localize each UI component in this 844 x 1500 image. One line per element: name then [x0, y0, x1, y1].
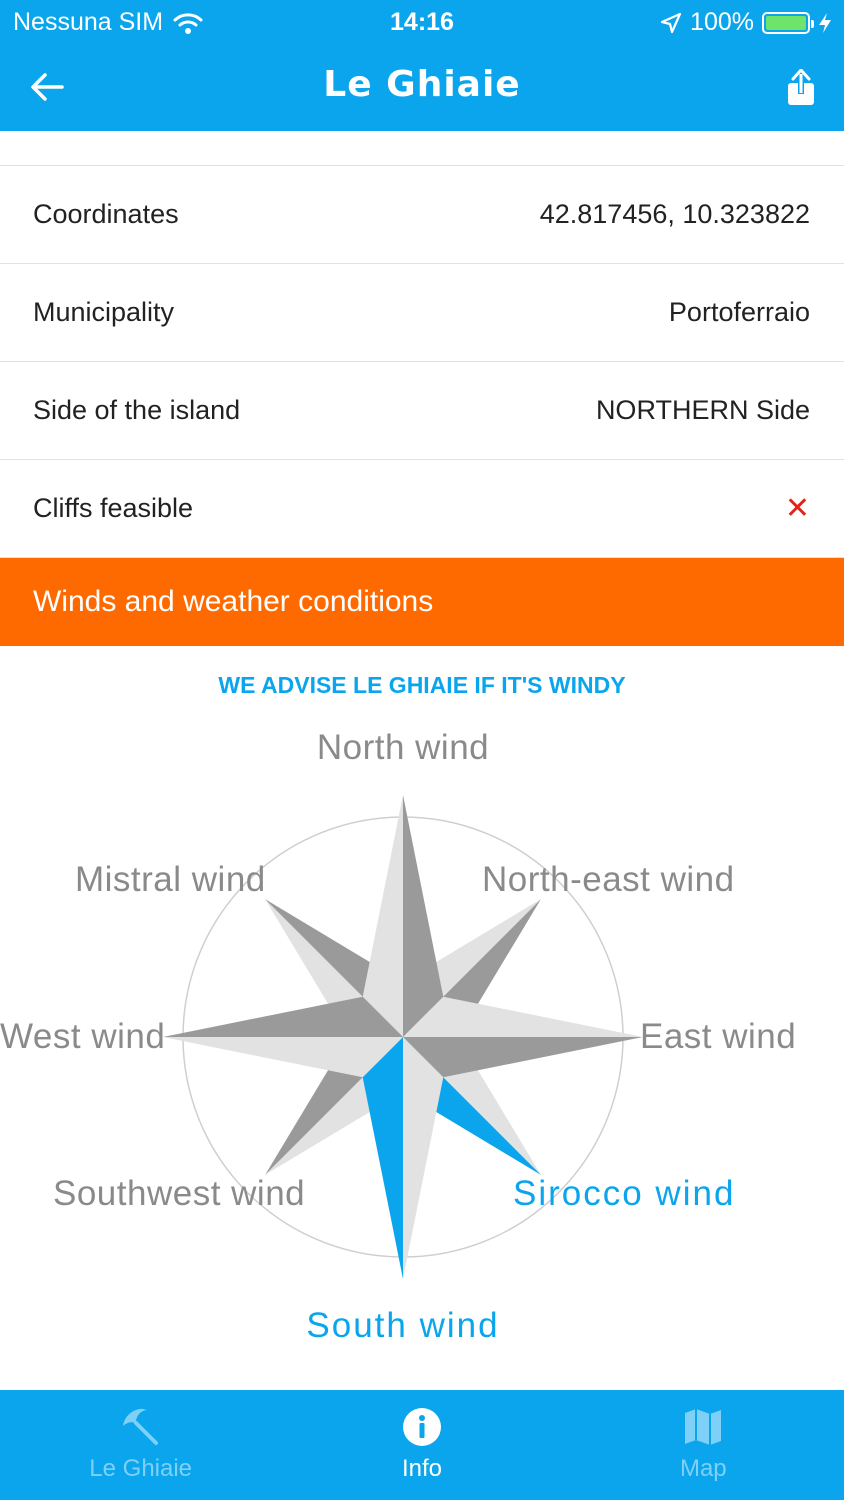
- wind-rose: North wind North-east wind East wind Sir…: [0, 710, 844, 1370]
- rose-point-south-right: [362, 1037, 403, 1279]
- wind-label-southwest: Southwest wind: [53, 1174, 306, 1213]
- tab-info[interactable]: Info: [281, 1390, 562, 1500]
- municipality-row: Municipality Portoferraio: [0, 264, 844, 362]
- wind-label-southeast: Sirocco wind: [513, 1174, 736, 1213]
- list-top-spacer: [0, 131, 844, 166]
- coordinates-row: Coordinates 42.817456, 10.323822: [0, 166, 844, 264]
- status-right: 100%: [660, 8, 832, 37]
- coordinates-label: Coordinates: [33, 199, 179, 229]
- tab-label-info: Info: [401, 1455, 442, 1482]
- battery-percent: 100%: [690, 8, 754, 36]
- rose-point-west-right: [163, 996, 403, 1037]
- wind-label-south: South wind: [306, 1306, 500, 1345]
- rose-point-west-left: [163, 1037, 403, 1078]
- tab-label-map: Map: [679, 1455, 727, 1482]
- municipality-label: Municipality: [33, 297, 175, 327]
- beach-umbrella-icon: [122, 1408, 158, 1445]
- bottom-tab-bar: Le Ghiaie Info Map: [0, 1390, 844, 1500]
- island-side-row: Side of the island NORTHERN Side: [0, 362, 844, 460]
- island-side-value: NORTHERN Side: [595, 395, 810, 425]
- navigation-bar: Le Ghiaie: [0, 44, 844, 131]
- cliffs-row: Cliffs feasible ✕: [0, 460, 844, 558]
- wind-label-northeast: North-east wind: [482, 860, 735, 899]
- cliffs-label: Cliffs feasible: [33, 493, 194, 523]
- location-arrow-icon: [660, 12, 682, 33]
- tab-label-le-ghiaie: Le Ghiaie: [89, 1455, 193, 1482]
- status-bar: Nessuna SIM 14:16 100%: [0, 0, 844, 44]
- coordinates-value: 42.817456, 10.323822: [539, 199, 810, 229]
- share-button[interactable]: [778, 64, 824, 112]
- rose-point-east-left: [403, 996, 643, 1037]
- wind-advice-text: WE ADVISE LE GHIAIE IF IT'S WINDY: [218, 672, 626, 698]
- wind-label-west: West wind: [0, 1017, 166, 1056]
- page-title: Le Ghiaie: [323, 64, 521, 105]
- municipality-value: Portoferraio: [668, 297, 810, 327]
- winds-section-title: Winds and weather conditions: [33, 585, 434, 618]
- battery-icon: [762, 11, 814, 34]
- tab-le-ghiaie[interactable]: Le Ghiaie: [0, 1390, 281, 1500]
- rose-point-north-right: [403, 795, 444, 1037]
- charging-bolt-icon: [819, 12, 831, 33]
- info-icon: [402, 1408, 441, 1446]
- share-icon: [788, 69, 814, 105]
- map-icon: [685, 1409, 722, 1445]
- wind-label-east: East wind: [640, 1017, 797, 1056]
- app-header: Nessuna SIM 14:16 100% Le Ghiaie: [0, 0, 844, 131]
- cross-icon: ✕: [784, 492, 810, 525]
- winds-section-header: Winds and weather conditions: [0, 558, 844, 646]
- wind-label-north: North wind: [316, 728, 490, 767]
- rose-point-south-left: [403, 1037, 444, 1279]
- tab-map[interactable]: Map: [563, 1390, 844, 1500]
- rose-point-north-left: [362, 795, 403, 1037]
- wind-label-northwest: Mistral wind: [75, 860, 266, 899]
- rose-point-east-right: [403, 1037, 643, 1078]
- info-list: Coordinates 42.817456, 10.323822 Municip…: [0, 131, 844, 558]
- island-side-label: Side of the island: [33, 395, 241, 425]
